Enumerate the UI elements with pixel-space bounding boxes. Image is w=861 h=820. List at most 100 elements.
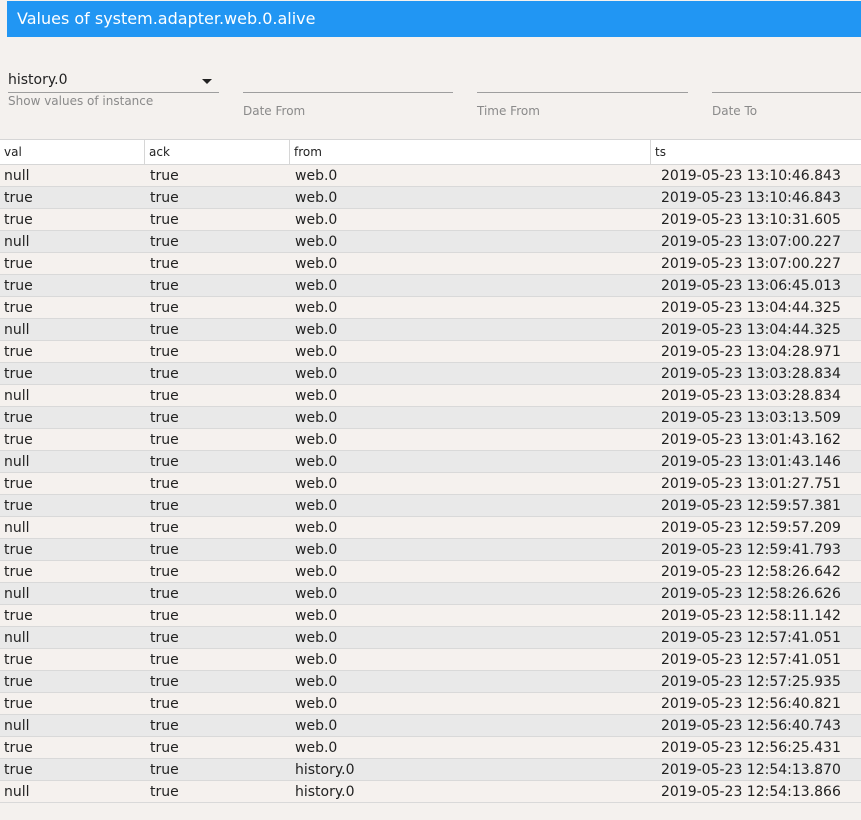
cell-ts: 2019-05-23 12:57:41.051 <box>661 630 841 646</box>
table-row[interactable]: true true web.0 2019-05-23 12:59:41.793 <box>0 539 861 561</box>
table-row[interactable]: null true web.0 2019-05-23 13:03:28.834 <box>0 385 861 407</box>
date-to-label: Date To <box>712 104 758 118</box>
cell-ts: 2019-05-23 13:03:28.834 <box>661 388 841 404</box>
table-row[interactable]: true true web.0 2019-05-23 12:56:25.431 <box>0 737 861 759</box>
table-row[interactable]: true true web.0 2019-05-23 12:57:25.935 <box>0 671 861 693</box>
cell-ack: true <box>150 718 179 734</box>
cell-ts: 2019-05-23 13:04:44.325 <box>661 322 841 338</box>
cell-from: web.0 <box>295 630 338 646</box>
table-row[interactable]: true true web.0 2019-05-23 13:04:28.971 <box>0 341 861 363</box>
instance-select[interactable]: history.0 <box>8 64 219 93</box>
cell-ack: true <box>150 432 179 448</box>
date-from-label: Date From <box>243 104 306 118</box>
cell-val: null <box>4 454 30 470</box>
cell-val: true <box>4 278 33 294</box>
table-row[interactable]: null true web.0 2019-05-23 12:59:57.209 <box>0 517 861 539</box>
instance-select-value: history.0 <box>8 72 68 88</box>
table-row[interactable]: null true web.0 2019-05-23 12:56:40.743 <box>0 715 861 737</box>
cell-val: true <box>4 762 33 778</box>
cell-ts: 2019-05-23 13:03:13.509 <box>661 410 841 426</box>
column-header-ack[interactable]: ack <box>145 140 290 164</box>
cell-from: web.0 <box>295 432 338 448</box>
table-row[interactable]: true true web.0 2019-05-23 13:01:43.162 <box>0 429 861 451</box>
table-row[interactable]: true true history.0 2019-05-23 12:54:13.870 <box>0 759 861 781</box>
cell-ts: 2019-05-23 12:56:40.821 <box>661 696 841 712</box>
table-row[interactable]: true true web.0 2019-05-23 12:58:11.142 <box>0 605 861 627</box>
table-row[interactable]: true true web.0 2019-05-23 12:58:26.642 <box>0 561 861 583</box>
cell-ts: 2019-05-23 12:56:25.431 <box>661 740 841 756</box>
table-row[interactable]: null true history.0 2019-05-23 12:54:13.866 <box>0 781 861 803</box>
cell-val: null <box>4 388 30 404</box>
table-row[interactable]: true true web.0 2019-05-23 13:03:28.834 <box>0 363 861 385</box>
cell-val: null <box>4 630 30 646</box>
cell-from: web.0 <box>295 696 338 712</box>
cell-val: null <box>4 322 30 338</box>
table-row[interactable]: null true web.0 2019-05-23 13:07:00.227 <box>0 231 861 253</box>
table-row[interactable]: true true web.0 2019-05-23 12:57:41.051 <box>0 649 861 671</box>
table-header: val ack from ts <box>0 139 861 165</box>
table-row[interactable]: true true web.0 2019-05-23 13:01:27.751 <box>0 473 861 495</box>
time-from-input[interactable] <box>477 64 688 93</box>
cell-from: web.0 <box>295 410 338 426</box>
table-row[interactable]: true true web.0 2019-05-23 13:06:45.013 <box>0 275 861 297</box>
cell-from: web.0 <box>295 674 338 690</box>
cell-val: true <box>4 542 33 558</box>
cell-ack: true <box>150 652 179 668</box>
table-row[interactable]: null true web.0 2019-05-23 12:58:26.626 <box>0 583 861 605</box>
cell-val: null <box>4 168 30 184</box>
cell-ts: 2019-05-23 13:07:00.227 <box>661 256 841 272</box>
cell-val: null <box>4 586 30 602</box>
cell-ts: 2019-05-23 13:01:27.751 <box>661 476 841 492</box>
table-row[interactable]: true true web.0 2019-05-23 13:07:00.227 <box>0 253 861 275</box>
cell-from: web.0 <box>295 388 338 404</box>
cell-ts: 2019-05-23 13:01:43.146 <box>661 454 841 470</box>
column-header-from[interactable]: from <box>290 140 651 164</box>
cell-from: web.0 <box>295 190 338 206</box>
column-header-val[interactable]: val <box>0 140 145 164</box>
cell-from: web.0 <box>295 652 338 668</box>
cell-ack: true <box>150 762 179 778</box>
cell-ack: true <box>150 388 179 404</box>
cell-ack: true <box>150 520 179 536</box>
cell-ts: 2019-05-23 12:59:57.209 <box>661 520 841 536</box>
column-header-ts[interactable]: ts <box>651 140 861 164</box>
history-table: val ack from ts null true web.0 2019-05-23 … <box>0 139 861 803</box>
cell-val: true <box>4 476 33 492</box>
date-from-input[interactable] <box>243 64 453 93</box>
cell-from: web.0 <box>295 454 338 470</box>
table-row[interactable]: true true web.0 2019-05-23 13:03:13.509 <box>0 407 861 429</box>
table-row[interactable]: true true web.0 2019-05-23 12:56:40.821 <box>0 693 861 715</box>
cell-ts: 2019-05-23 13:07:00.227 <box>661 234 841 250</box>
cell-from: web.0 <box>295 256 338 272</box>
cell-ack: true <box>150 322 179 338</box>
cell-from: web.0 <box>295 476 338 492</box>
cell-from: web.0 <box>295 740 338 756</box>
table-row[interactable]: null true web.0 2019-05-23 12:57:41.051 <box>0 627 861 649</box>
table-row[interactable]: true true web.0 2019-05-23 12:59:57.381 <box>0 495 861 517</box>
cell-from: web.0 <box>295 300 338 316</box>
table-row[interactable]: true true web.0 2019-05-23 13:10:31.605 <box>0 209 861 231</box>
table-row[interactable]: true true web.0 2019-05-23 13:04:44.325 <box>0 297 861 319</box>
cell-ack: true <box>150 696 179 712</box>
table-row[interactable]: null true web.0 2019-05-23 13:01:43.146 <box>0 451 861 473</box>
table-row[interactable]: true true web.0 2019-05-23 13:10:46.843 <box>0 187 861 209</box>
cell-ts: 2019-05-23 12:58:11.142 <box>661 608 841 624</box>
cell-ack: true <box>150 674 179 690</box>
table-row[interactable]: null true web.0 2019-05-23 13:04:44.325 <box>0 319 861 341</box>
cell-val: true <box>4 652 33 668</box>
cell-val: true <box>4 608 33 624</box>
cell-from: web.0 <box>295 498 338 514</box>
cell-from: web.0 <box>295 520 338 536</box>
dropdown-arrow-icon[interactable] <box>202 79 212 84</box>
cell-ack: true <box>150 410 179 426</box>
cell-ack: true <box>150 608 179 624</box>
cell-from: history.0 <box>295 784 355 800</box>
cell-from: web.0 <box>295 278 338 294</box>
cell-ack: true <box>150 476 179 492</box>
cell-val: true <box>4 256 33 272</box>
cell-ack: true <box>150 542 179 558</box>
table-row[interactable]: null true web.0 2019-05-23 13:10:46.843 <box>0 165 861 187</box>
cell-ack: true <box>150 168 179 184</box>
date-to-input[interactable] <box>712 64 861 93</box>
cell-ts: 2019-05-23 13:10:31.605 <box>661 212 841 228</box>
